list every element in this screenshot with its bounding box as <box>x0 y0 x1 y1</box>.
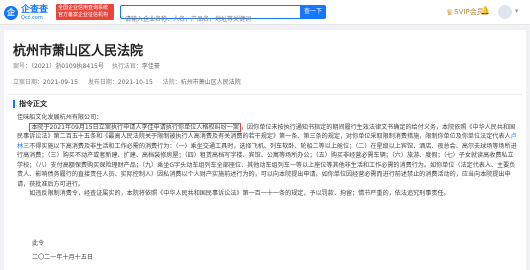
bell-icon[interactable]: 🔔 <box>480 6 490 15</box>
case-meta-row-2: 立案日期：2021-09-15 发布日期：2021-10-15 法院：杭州市萧山… <box>13 77 241 86</box>
paragraph-1: 本院于2021年09月15日立案执行申请人李佳申请执行你单位人格权纠纷一案 ，因你… <box>17 122 517 190</box>
logo-icon: 企 <box>4 6 18 20</box>
case-no-value: （2021）浙0109执8415号 <box>31 63 104 70</box>
publish-date-value: 2021-10-15 <box>117 79 153 86</box>
executor-value: 李佳豪 <box>141 63 160 70</box>
chevron-down-icon[interactable]: ▾ <box>515 7 519 15</box>
logo-subtext: Qcc.com <box>21 14 43 21</box>
closing-date: 二〇二一年十月十五日 <box>32 254 93 261</box>
svip-membership-link[interactable]: ♛ SVIP会员 <box>446 6 484 18</box>
top-navigation-bar: 企 企查查 Qcc.com 全国企业信用查询系统官方备案企业征信机构 查一下 ♛… <box>0 0 530 26</box>
page-title: 杭州市萧山区人民法院 <box>13 44 144 59</box>
case-no-label: 案号： <box>13 63 32 70</box>
search-button[interactable]: 查一下 <box>300 5 326 19</box>
filing-date-value: 2021-09-15 <box>43 79 78 86</box>
publish-date-label: 发布日期： <box>87 79 118 86</box>
filing-date-label: 立案日期： <box>13 79 44 86</box>
crown-icon: ♛ <box>446 7 454 17</box>
paragraph-1-text-b: 不得实施以下高消费及非生活和工作必需的消费行为：（一）乘坐交通工具时，选择飞机、… <box>17 142 517 188</box>
document-body: 佳味船文化发展杭州有限公司： 本院于2021年09月15日立案执行申请人李佳申请… <box>17 113 517 199</box>
addressee: 佳味船文化发展杭州有限公司： <box>17 114 103 121</box>
search-field[interactable] <box>120 5 300 26</box>
section-header: 指令正文 <box>8 94 522 110</box>
closing-phrase: 此令 <box>32 240 45 247</box>
section-heading: 指令正文 <box>19 100 47 108</box>
search-input[interactable] <box>121 13 300 26</box>
paragraph-2: 如违反限制消费令，经查证属实的，本院将依照《中华人民共和国民事诉讼法》第一百一十… <box>29 190 450 197</box>
highlighted-sentence: 本院于2021年09月15日立案执行申请人李佳申请执行你单位人格权纠纷一案 <box>29 122 241 132</box>
section-accent-bar <box>13 100 15 108</box>
case-meta-row-1: 案号：（2021）浙0109执8415号 执行法官：李佳豪 <box>13 61 160 70</box>
site-logo[interactable]: 企 企查查 Qcc.com <box>4 5 48 21</box>
document-card: 杭州市萧山区人民法院 案号：（2021）浙0109执8415号 执行法官：李佳豪… <box>4 30 526 270</box>
court-value: 杭州市萧山区人民法院 <box>180 79 241 86</box>
avatar[interactable] <box>498 5 512 19</box>
logo-text: 企查查 <box>21 4 49 15</box>
court-label: 法院： <box>162 79 181 86</box>
slogan-badge: 全国企业信用查询系统官方备案企业征信机构 <box>56 4 114 20</box>
executor-label: 执行法官： <box>111 63 142 70</box>
